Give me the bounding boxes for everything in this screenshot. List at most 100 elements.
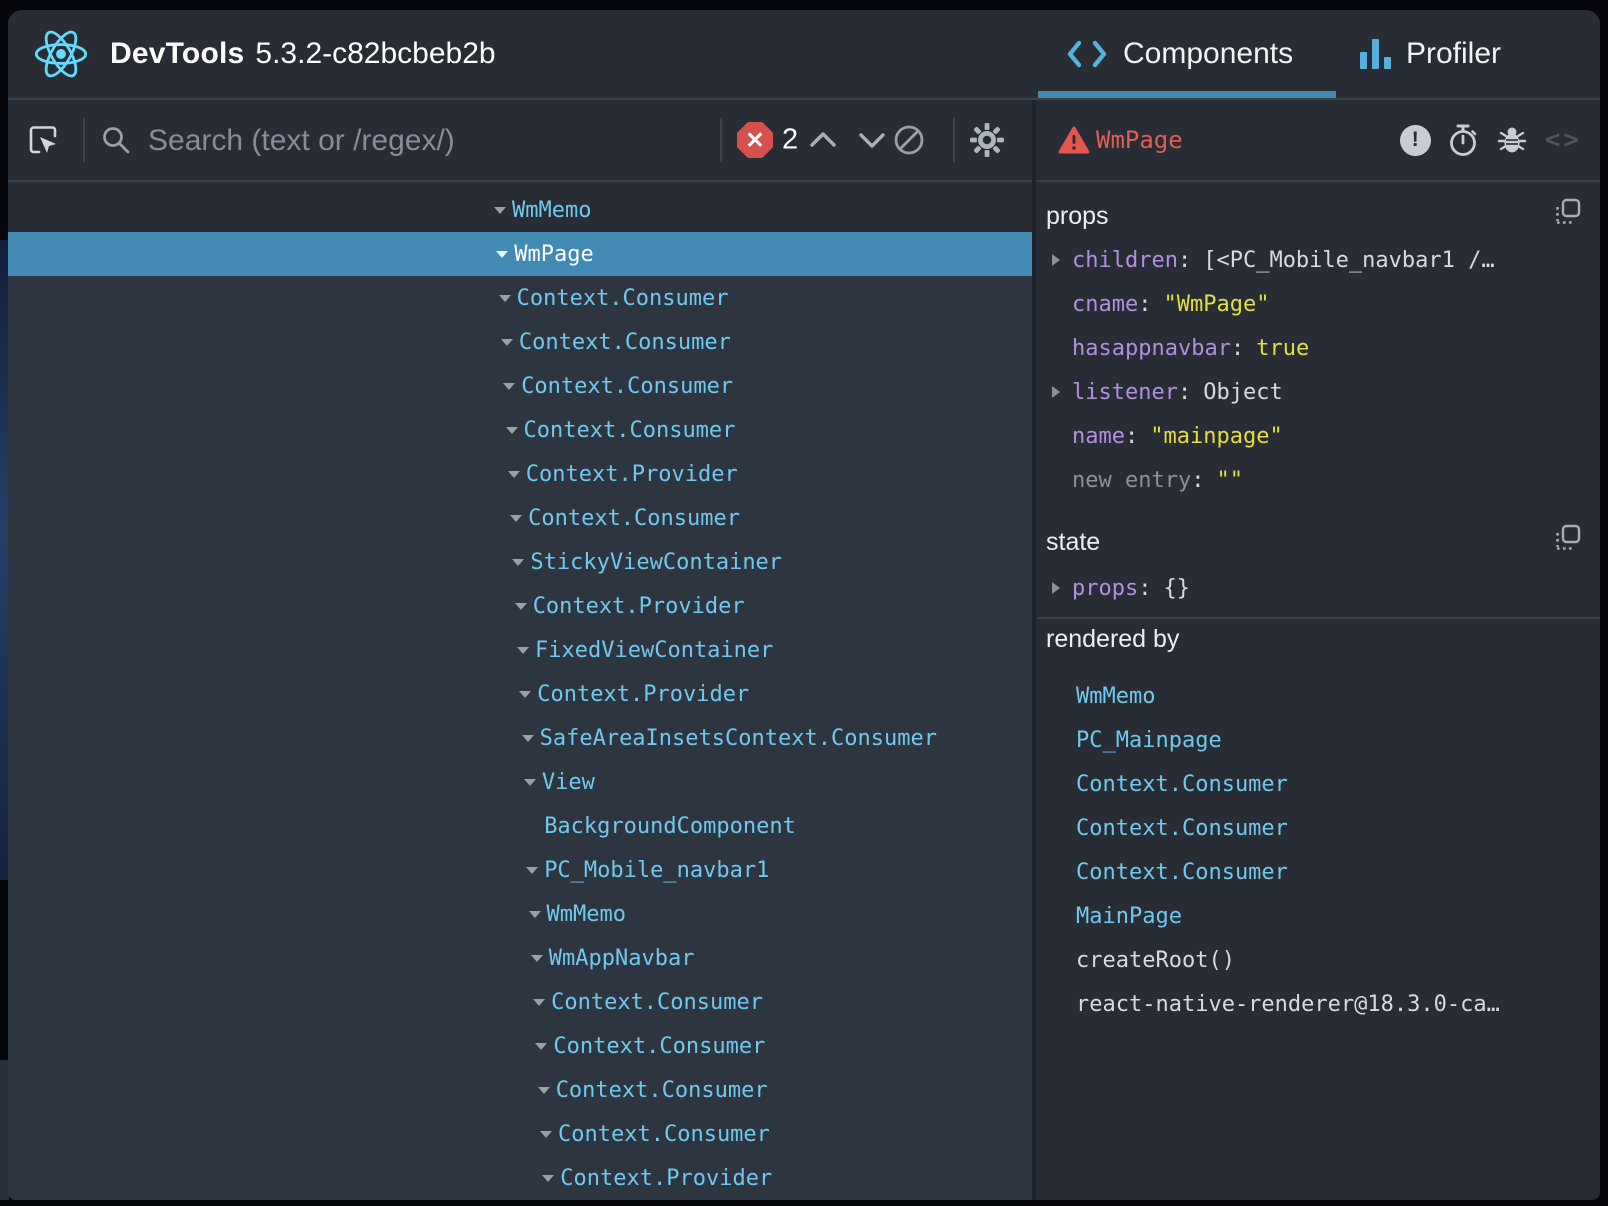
prop-value[interactable]: "mainpage" — [1150, 424, 1282, 449]
tree-row-SafeAreaInsetsContext.Consumer[interactable]: SafeAreaInsetsContext.Consumer — [8, 716, 1036, 760]
component-name: StickyViewContainer — [530, 550, 782, 575]
owner-link[interactable]: Context.Consumer — [1038, 762, 1600, 806]
panel-divider[interactable] — [1032, 100, 1036, 1200]
tree-row-Context.Consumer[interactable]: Context.Consumer — [8, 980, 1036, 1024]
tree-row-Context.Provider[interactable]: Context.Provider — [8, 672, 1036, 716]
search-input[interactable] — [146, 115, 610, 167]
tree-row-WmMemo[interactable]: WmMemo — [8, 188, 1036, 232]
prop-value[interactable]: true — [1256, 336, 1309, 361]
tree-row-Context.Consumer[interactable]: Context.Consumer — [8, 1024, 1036, 1068]
expander-triangle-icon[interactable] — [506, 427, 518, 434]
expander-triangle-icon[interactable] — [503, 383, 515, 390]
expander-triangle-icon[interactable] — [496, 251, 508, 258]
selected-component-name: WmPage — [1096, 126, 1183, 154]
owner-link[interactable]: Context.Consumer — [1038, 850, 1600, 894]
expander-triangle-icon[interactable] — [517, 647, 529, 654]
expander-triangle-icon[interactable] — [540, 1131, 552, 1138]
tree-row-WmMemo[interactable]: WmMemo — [8, 892, 1036, 936]
next-error-button[interactable] — [857, 130, 887, 150]
owner-link[interactable]: PC_Mainpage — [1038, 718, 1600, 762]
expander-triangle-icon[interactable] — [499, 295, 511, 302]
copy-icon[interactable] — [1554, 524, 1582, 552]
tree-row-BackgroundComponent[interactable]: BackgroundComponent — [8, 804, 1036, 848]
expander-triangle-icon[interactable] — [508, 471, 520, 478]
owner-link[interactable]: WmMemo — [1038, 674, 1600, 718]
rendered-by-title: rendered by — [1046, 625, 1179, 654]
tree-row-Context.Consumer[interactable]: Context.Consumer — [8, 408, 1036, 452]
component-name: Context.Consumer — [558, 1122, 770, 1147]
expander-triangle-icon[interactable] — [529, 911, 541, 918]
copy-icon[interactable] — [1554, 198, 1582, 226]
component-name: SafeAreaInsetsContext.Consumer — [540, 726, 937, 751]
clear-errors-button[interactable] — [892, 123, 926, 157]
expander-triangle-icon[interactable] — [535, 1043, 547, 1050]
prop-key: hasappnavbar — [1072, 336, 1231, 361]
expander-triangle-icon[interactable] — [501, 339, 513, 346]
active-tab-underline — [1038, 91, 1336, 98]
expander-triangle-icon[interactable] — [519, 691, 531, 698]
tree-row-WmPage[interactable]: WmPage — [8, 232, 1036, 276]
tree-row-PC_Mobile_navbar1[interactable]: PC_Mobile_navbar1 — [8, 848, 1036, 892]
tree-row-Context.Provider[interactable]: Context.Provider — [8, 1156, 1036, 1200]
component-name: View — [542, 770, 595, 795]
settings-button[interactable] — [968, 121, 1006, 159]
expander-triangle-icon[interactable] — [515, 603, 527, 610]
tree-row-FixedViewContainer[interactable]: FixedViewContainer — [8, 628, 1036, 672]
tab-profiler[interactable]: Profiler — [1360, 10, 1501, 98]
colon: : — [1138, 292, 1151, 317]
inspect-element-icon — [26, 123, 60, 157]
tree-row-Context.Consumer[interactable]: Context.Consumer — [8, 320, 1036, 364]
tree-row-Context.Provider[interactable]: Context.Provider — [8, 452, 1036, 496]
component-name: FixedViewContainer — [535, 638, 773, 663]
previous-error-button[interactable] — [808, 130, 838, 150]
state-section-title: state — [1046, 528, 1100, 557]
debug-bug-icon[interactable] — [1495, 123, 1529, 157]
expander-triangle-icon[interactable] — [510, 515, 522, 522]
tree-row-Context.Consumer[interactable]: Context.Consumer — [8, 1068, 1036, 1112]
tab-profiler-label: Profiler — [1406, 37, 1501, 71]
owner-link[interactable]: MainPage — [1038, 894, 1600, 938]
expander-triangle-icon[interactable] — [531, 955, 543, 962]
expand-arrow-icon[interactable] — [1052, 254, 1060, 266]
tree-row-Context.Provider[interactable]: Context.Provider — [8, 584, 1036, 628]
tree-row-StickyViewContainer[interactable]: StickyViewContainer — [8, 540, 1036, 584]
colon: : — [1178, 380, 1191, 405]
expand-arrow-icon[interactable] — [1052, 386, 1060, 398]
component-name: BackgroundComponent — [544, 814, 796, 839]
inspect-element-button[interactable] — [26, 123, 60, 157]
expander-triangle-icon[interactable] — [522, 735, 534, 742]
expander-triangle-icon[interactable] — [494, 207, 506, 214]
error-octagon-icon: ✕ — [737, 122, 773, 158]
error-circle-icon[interactable]: ! — [1400, 125, 1431, 156]
divider — [720, 118, 722, 162]
prop-value: {} — [1163, 576, 1190, 601]
tree-row-Context.Consumer[interactable]: Context.Consumer — [8, 276, 1036, 320]
expander-triangle-icon[interactable] — [512, 559, 524, 566]
expander-triangle-icon[interactable] — [542, 1175, 554, 1182]
expand-arrow-icon[interactable] — [1052, 582, 1060, 594]
tab-components[interactable]: Components — [1066, 10, 1293, 98]
suspense-stopwatch-icon[interactable] — [1447, 123, 1479, 157]
owner-root: react-native-renderer@18.3.0-ca… — [1038, 982, 1600, 1026]
owner-link[interactable]: Context.Consumer — [1038, 806, 1600, 850]
expander-triangle-icon[interactable] — [526, 867, 538, 874]
tree-row-Context.Consumer[interactable]: Context.Consumer — [8, 496, 1036, 540]
expander-triangle-icon[interactable] — [533, 999, 545, 1006]
app-title: DevTools5.3.2-c82bcbeb2b — [110, 10, 496, 98]
prop-value[interactable]: "" — [1216, 468, 1243, 493]
expander-triangle-icon[interactable] — [524, 779, 536, 786]
component-name: Context.Provider — [526, 462, 738, 487]
component-name: Context.Consumer — [553, 1034, 765, 1059]
prop-value[interactable]: "WmPage" — [1163, 292, 1269, 317]
tree-row-View[interactable]: View — [8, 760, 1036, 804]
tree-toolbar: ✕ 2 — [8, 100, 1036, 180]
component-name: Context.Consumer — [524, 418, 736, 443]
component-name: Context.Consumer — [517, 286, 729, 311]
tree-row-Context.Consumer[interactable]: Context.Consumer — [8, 364, 1036, 408]
view-source-icon[interactable]: <> — [1545, 125, 1582, 155]
expander-triangle-icon[interactable] — [538, 1087, 550, 1094]
tree-row-Context.Consumer[interactable]: Context.Consumer — [8, 1112, 1036, 1156]
code-brackets-icon — [1066, 39, 1108, 69]
tree-row-WmAppNavbar[interactable]: WmAppNavbar — [8, 936, 1036, 980]
colon: : — [1178, 248, 1191, 273]
